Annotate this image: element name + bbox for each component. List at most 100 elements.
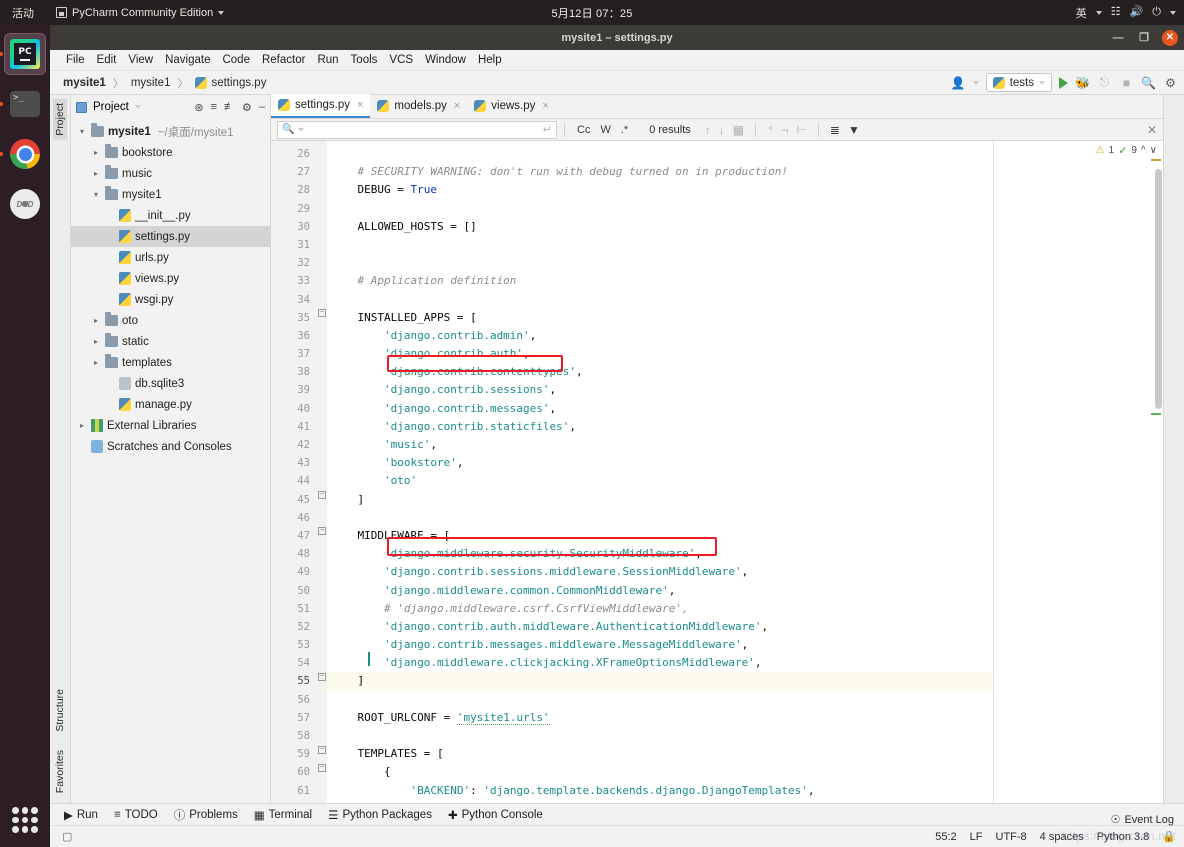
close-button[interactable]: ✕ [1162, 29, 1178, 46]
code-content[interactable]: # SECURITY WARNING: don't run with debug… [327, 141, 993, 803]
chevron-down-icon[interactable] [298, 127, 305, 132]
tree-node-db-sqlite3[interactable]: db.sqlite3 [71, 373, 270, 394]
menu-file[interactable]: File [60, 54, 91, 66]
dock-item-pycharm[interactable]: PC [0, 33, 46, 75]
menu-edit[interactable]: Edit [91, 54, 123, 66]
tool-button-favorites[interactable]: Favorites [53, 746, 67, 797]
search-input[interactable] [308, 123, 539, 136]
run-configuration-selector[interactable]: tests [985, 73, 1052, 92]
show-applications-button[interactable] [12, 807, 38, 833]
menu-vcs[interactable]: VCS [383, 54, 419, 66]
chevron-right-icon[interactable]: ▸ [91, 316, 101, 325]
warning-marker[interactable] [1151, 159, 1161, 161]
chevron-down-icon[interactable] [134, 105, 141, 109]
tree-node-scratches-and-consoles[interactable]: Scratches and Consoles [71, 436, 270, 457]
debug-icon[interactable]: 🐝 [1075, 76, 1090, 90]
remove-occurrence-icon[interactable]: ¬ [777, 123, 792, 137]
chevron-down-icon[interactable]: ▾ [77, 127, 87, 136]
menu-tools[interactable]: Tools [345, 54, 384, 66]
fold-middleware-end[interactable]: − [318, 673, 326, 681]
match-case-toggle[interactable]: Cc [572, 124, 595, 136]
close-tab-icon[interactable]: × [542, 100, 548, 112]
info-marker[interactable] [1151, 413, 1161, 415]
tool-button-project[interactable]: Project [53, 99, 67, 140]
fold-templates[interactable]: − [318, 746, 326, 754]
tool-button-todo[interactable]: ≡ TODO [114, 809, 158, 821]
inspection-widget[interactable]: ⚠ 1 ✓ 9 ^ ∨ [1096, 144, 1157, 157]
chevron-right-icon[interactable]: ▸ [91, 169, 101, 178]
power-icon[interactable]: ⏻ [1152, 7, 1161, 18]
select-occurrences-icon[interactable]: ⊢ [792, 123, 810, 137]
settings-gear-icon[interactable]: ⚙ [1163, 76, 1178, 90]
tool-button-python-console[interactable]: ✚ Python Console [448, 808, 543, 822]
network-icon[interactable]: ☷ [1111, 7, 1121, 18]
tree-node-static[interactable]: ▸ static [71, 331, 270, 352]
add-occurrence-icon[interactable]: ⁺ [763, 123, 777, 137]
tool-button-run[interactable]: ▶ Run [64, 808, 98, 822]
editor-tab-views-py[interactable]: views.py × [467, 94, 556, 118]
tree-node-views-py[interactable]: views.py [71, 268, 270, 289]
chevron-right-icon[interactable]: ▸ [91, 337, 101, 346]
settings-gear-icon[interactable]: ⚙ [242, 101, 252, 114]
user-icon[interactable]: 👤 [951, 76, 966, 90]
words-toggle[interactable]: W [595, 124, 615, 136]
code-editor[interactable]: 26 27 28 29 30 31 32 33 34 35 36 37 38 39 40 41 42 43 44 45… [271, 141, 1163, 803]
find-previous-icon[interactable]: ↑ [701, 123, 715, 137]
filter-icon[interactable]: ▼ [844, 123, 864, 137]
fold-installed-apps[interactable]: − [318, 309, 326, 317]
filter-scope-icon[interactable]: ≣ [826, 123, 844, 137]
line-separator[interactable]: LF [970, 831, 983, 843]
search-everywhere-icon[interactable]: 🔍 [1141, 76, 1156, 90]
dock-item-terminal[interactable]: >_ [0, 83, 46, 125]
chevron-right-icon[interactable]: ▸ [91, 148, 101, 157]
next-problem-icon[interactable]: ∨ [1150, 145, 1157, 156]
menu-code[interactable]: Code [216, 54, 256, 66]
menu-window[interactable]: Window [419, 54, 472, 66]
tree-node-bookstore[interactable]: ▸ bookstore [71, 142, 270, 163]
activities-button[interactable]: 活动 [0, 5, 44, 21]
menu-navigate[interactable]: Navigate [159, 54, 216, 66]
project-tree[interactable]: ▾ mysite1 ~/桌面/mysite1 ▸ bookstore ▸ music ▾ mys… [71, 119, 270, 803]
locate-icon[interactable]: ⊛ [194, 101, 203, 114]
tool-button-structure[interactable]: Structure [53, 685, 67, 736]
minimize-button[interactable]: — [1110, 30, 1126, 46]
select-all-occurrences-icon[interactable]: ▦ [729, 123, 748, 137]
menu-help[interactable]: Help [472, 54, 508, 66]
tree-node-mysite1[interactable]: ▾ mysite1 ~/桌面/mysite1 [71, 121, 270, 142]
find-next-icon[interactable]: ↓ [715, 123, 729, 137]
breadcrumb-project[interactable]: mysite1 [60, 77, 109, 89]
tree-node-templates[interactable]: ▸ templates [71, 352, 270, 373]
editor-tab-settings-py[interactable]: settings.py × [271, 94, 371, 118]
tree-node-manage-py[interactable]: manage.py [71, 394, 270, 415]
chevron-right-icon[interactable]: ▸ [77, 421, 87, 430]
breadcrumb-file[interactable]: settings.py [192, 76, 269, 89]
tree-node-oto[interactable]: ▸ oto [71, 310, 270, 331]
editor-scrollbar[interactable] [1155, 169, 1162, 409]
tree-node--init-py[interactable]: __init__.py [71, 205, 270, 226]
file-encoding[interactable]: UTF-8 [996, 831, 1027, 843]
chevron-down-icon[interactable]: ▾ [91, 190, 101, 199]
menu-view[interactable]: View [122, 54, 159, 66]
hide-icon[interactable]: – [259, 101, 265, 113]
stop-icon[interactable]: ■ [1119, 76, 1134, 90]
hide-tool-windows-icon[interactable]: ▢ [62, 830, 72, 843]
close-tab-icon[interactable]: × [454, 100, 460, 112]
maximize-button[interactable]: ❐ [1136, 30, 1152, 46]
menu-run[interactable]: Run [311, 54, 344, 66]
code-folding-gutter[interactable]: − − − − − − [317, 141, 327, 803]
run-with-coverage-icon[interactable]: ⎋ [1097, 75, 1112, 90]
tree-node-settings-py[interactable]: settings.py [71, 226, 270, 247]
tree-node-urls-py[interactable]: urls.py [71, 247, 270, 268]
volume-icon[interactable]: 🔊 [1130, 7, 1144, 18]
caret-position[interactable]: 55:2 [935, 831, 956, 843]
dock-item-dvd[interactable]: DVD [4, 183, 46, 225]
tool-button-python-packages[interactable]: ☰ Python Packages [328, 808, 432, 822]
app-menu-button[interactable]: PyCharm Community Edition [56, 7, 225, 19]
tool-button-terminal[interactable]: ▦ Terminal [254, 808, 312, 822]
menu-refactor[interactable]: Refactor [256, 54, 311, 66]
fold-installed-apps-end[interactable]: − [318, 491, 326, 499]
tree-node-mysite1[interactable]: ▾ mysite1 [71, 184, 270, 205]
fold-templates-dict[interactable]: − [318, 764, 326, 772]
event-log-button[interactable]: ☉ Event Log [1111, 813, 1174, 827]
new-line-icon[interactable]: ↵ [543, 123, 552, 136]
